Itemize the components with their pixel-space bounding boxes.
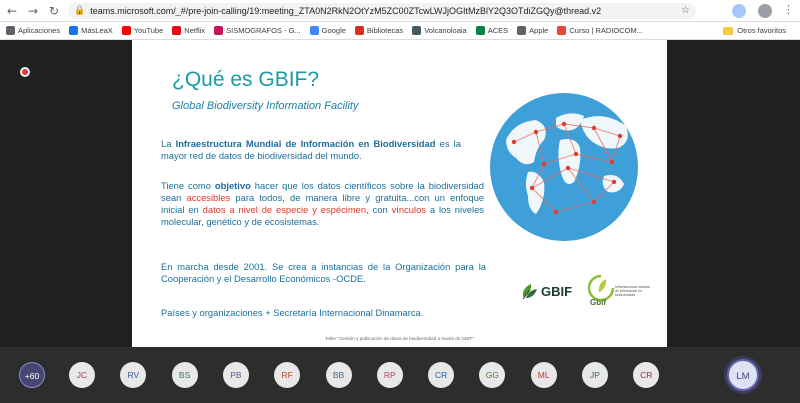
gbif-spain-logo: Gbif Infraestructura mundial de informac… bbox=[584, 274, 656, 316]
bookmark-label: ACES bbox=[487, 26, 509, 35]
other-bookmarks-folder[interactable]: Otros favoritos bbox=[723, 26, 786, 35]
bookmark-item[interactable]: Aplicaciones bbox=[6, 26, 60, 35]
folder-icon bbox=[723, 26, 734, 35]
bookmark-item[interactable]: ACES bbox=[475, 26, 509, 35]
bookmark-label: Netflix bbox=[184, 26, 206, 35]
recording-indicator bbox=[20, 67, 30, 77]
participant-avatar[interactable]: JC bbox=[69, 362, 95, 388]
bookmark-label: SISMOGRAFOS - G... bbox=[226, 26, 301, 35]
forward-button[interactable]: → bbox=[24, 2, 42, 20]
browser-toolbar: ← → ↻ 🔒 teams.microsoft.com/_#/pre-join-… bbox=[0, 0, 800, 22]
other-bookmarks-label: Otros favoritos bbox=[737, 26, 786, 35]
bookmark-favicon-icon bbox=[412, 26, 422, 35]
bookmark-item[interactable]: Netflix bbox=[172, 26, 205, 35]
slide-subtitle: Global Biodiversity Information Facility bbox=[172, 100, 359, 112]
address-bar[interactable]: 🔒 teams.microsoft.com/_#/pre-join-callin… bbox=[68, 3, 696, 19]
bookmark-label: Bibliotecas bbox=[366, 26, 404, 35]
bookmark-label: Aplicaciones bbox=[18, 26, 61, 35]
bookmark-item[interactable]: Volcanoloaia bbox=[412, 26, 467, 35]
gbif-spain-logo-text: Gbif bbox=[590, 298, 606, 307]
participant-avatar[interactable]: PB bbox=[222, 362, 249, 388]
participants-bar: +60 LM JC RV BS PB RF BB RP CR GG ML JP CR bbox=[0, 347, 800, 403]
bookmark-label: MásLeaX bbox=[81, 26, 113, 35]
gbif-spain-logo-caption: Infraestructura mundial de información e… bbox=[615, 285, 650, 298]
bookmark-favicon-icon bbox=[309, 26, 319, 35]
bookmark-label: Curso | RADIOCOM... bbox=[569, 26, 643, 35]
participant-avatar[interactable]: RV bbox=[120, 362, 147, 388]
bookmark-favicon-icon bbox=[354, 26, 364, 35]
gbif-logo-text: GBIF bbox=[541, 283, 573, 299]
lock-icon: 🔒 bbox=[74, 6, 86, 16]
gbif-leaf-icon bbox=[522, 284, 537, 300]
slide-paragraph-1: La Infraestructura Mundial de Informació… bbox=[161, 138, 461, 161]
bookmark-favicon-icon bbox=[517, 26, 527, 35]
bookmark-item[interactable]: Google bbox=[309, 26, 346, 35]
participant-avatar[interactable]: BS bbox=[171, 362, 198, 388]
participant-avatar[interactable]: CR bbox=[428, 362, 455, 388]
bookmark-label: Apple bbox=[529, 26, 549, 35]
bookmark-item[interactable]: YouTube bbox=[121, 26, 164, 35]
participant-avatar[interactable]: GG bbox=[479, 362, 506, 388]
gbif-logo: GBIF bbox=[519, 281, 572, 301]
participant-avatar[interactable]: JP bbox=[582, 362, 608, 388]
participant-avatar[interactable]: CR bbox=[633, 362, 660, 388]
bookmark-label: Volcanoloaia bbox=[424, 26, 467, 35]
participant-avatar[interactable]: RP bbox=[376, 362, 403, 388]
slide-footer: Taller "Gestión y publicación de datos d… bbox=[325, 336, 474, 341]
participant-avatar[interactable]: RF bbox=[274, 362, 301, 388]
bookmark-favicon-icon bbox=[557, 26, 567, 35]
globe-network-image bbox=[490, 93, 638, 241]
extension-icon[interactable] bbox=[732, 4, 746, 18]
bookmark-item[interactable]: MásLeaX bbox=[69, 26, 113, 35]
participant-avatar[interactable]: ML bbox=[530, 362, 557, 388]
bookmark-item[interactable]: SISMOGRAFOS - G... bbox=[214, 26, 301, 35]
self-avatar[interactable]: LM bbox=[727, 359, 759, 391]
bookmark-label: Google bbox=[321, 26, 346, 35]
back-button[interactable]: ← bbox=[3, 2, 21, 20]
bookmark-favicon-icon bbox=[214, 26, 224, 35]
browser-menu-icon[interactable]: ⋮ bbox=[783, 3, 794, 16]
slide-paragraph-2: Tiene como objetivo hacer que los datos … bbox=[161, 180, 484, 227]
bookmarks-bar: Aplicaciones MásLeaX YouTube Netflix SISMOGR… bbox=[0, 22, 800, 40]
profile-avatar[interactable] bbox=[758, 4, 772, 18]
bookmark-favicon-icon bbox=[69, 26, 79, 35]
participant-avatar[interactable]: BB bbox=[325, 362, 352, 388]
bookmark-favicon-icon bbox=[172, 26, 182, 35]
bookmark-favicon-icon bbox=[121, 26, 131, 35]
bookmark-item[interactable]: Curso | RADIOCOM... bbox=[557, 26, 643, 35]
meeting-stage: ¿Qué es GBIF? Global Biodiversity Inform… bbox=[0, 40, 800, 347]
bookmark-item[interactable]: Apple bbox=[517, 26, 548, 35]
reload-button[interactable]: ↻ bbox=[45, 2, 63, 20]
more-participants-button[interactable]: +60 bbox=[19, 362, 45, 388]
bookmark-favicon-icon bbox=[6, 26, 15, 35]
bookmark-star-icon[interactable]: ☆ bbox=[681, 3, 690, 19]
bookmark-item[interactable]: Bibliotecas bbox=[354, 26, 404, 35]
bookmark-favicon-icon bbox=[475, 26, 485, 35]
url-text: teams.microsoft.com/_#/pre-join-calling/… bbox=[90, 6, 602, 16]
bookmark-label: YouTube bbox=[133, 26, 164, 35]
slide-paragraph-4: Países y organizaciones + Secretaría Int… bbox=[161, 307, 424, 318]
shared-slide: ¿Qué es GBIF? Global Biodiversity Inform… bbox=[132, 40, 667, 347]
slide-title: ¿Qué es GBIF? bbox=[172, 68, 320, 91]
slide-paragraph-3: En marcha desde 2001. Se crea a instanci… bbox=[161, 261, 486, 284]
